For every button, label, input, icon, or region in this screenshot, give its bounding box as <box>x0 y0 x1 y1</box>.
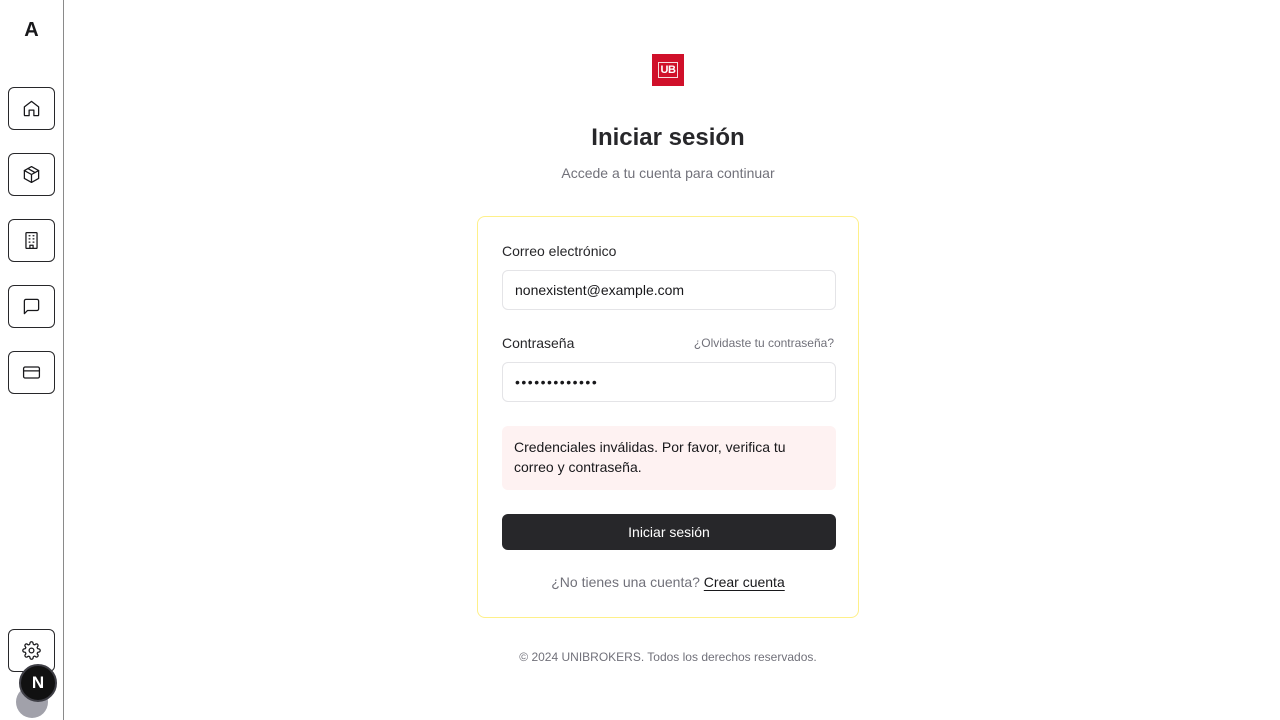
company-logo: UB <box>652 54 684 86</box>
credit-card-icon <box>22 366 41 379</box>
login-card: Correo electrónico nonexistent@example.c… <box>477 216 859 618</box>
forgot-password-link[interactable]: ¿Olvidaste tu contraseña? <box>694 336 834 350</box>
signup-row: ¿No tienes una cuenta? Crear cuenta <box>478 574 858 590</box>
sidebar-item-companies[interactable] <box>8 219 55 262</box>
package-icon <box>23 165 40 184</box>
sidebar-item-messages[interactable] <box>8 285 55 328</box>
login-button[interactable]: Iniciar sesión <box>502 514 836 550</box>
email-value: nonexistent@example.com <box>515 282 685 298</box>
email-field[interactable]: nonexistent@example.com <box>502 270 836 310</box>
email-label: Correo electrónico <box>502 243 617 259</box>
home-icon <box>23 100 40 117</box>
signup-prompt: ¿No tienes una cuenta? <box>551 574 700 590</box>
sidebar-item-products[interactable] <box>8 153 55 196</box>
password-field[interactable]: ••••••••••••• <box>502 362 836 402</box>
footer-copyright: © 2024 UNIBROKERS. Todos los derechos re… <box>519 650 817 664</box>
password-label: Contraseña <box>502 335 575 351</box>
dev-tools-badge[interactable]: N <box>19 664 57 702</box>
sidebar: A N <box>0 0 64 720</box>
brand-logo[interactable]: A <box>0 19 63 42</box>
building-icon <box>25 231 38 250</box>
password-value: ••••••••••••• <box>515 374 599 390</box>
sidebar-item-home[interactable] <box>8 87 55 130</box>
page-title: Iniciar sesión <box>591 124 745 151</box>
sidebar-item-billing[interactable] <box>8 351 55 394</box>
gear-icon <box>22 641 41 660</box>
logo-text: UB <box>657 62 679 78</box>
page-subtitle: Accede a tu cuenta para continuar <box>561 165 775 181</box>
signup-link[interactable]: Crear cuenta <box>704 574 785 590</box>
error-alert: Credenciales inválidas. Por favor, verif… <box>502 426 836 490</box>
message-icon <box>23 298 40 315</box>
